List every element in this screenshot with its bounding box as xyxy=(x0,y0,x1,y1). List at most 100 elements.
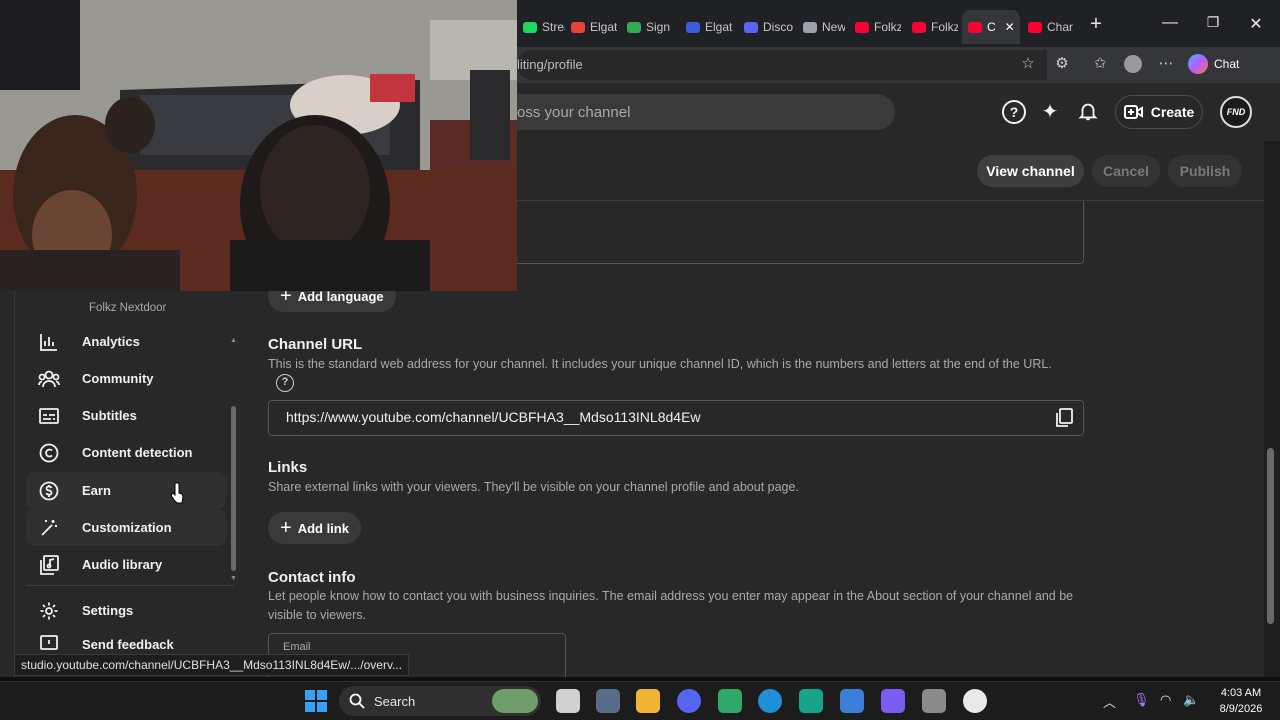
channel-url-description: This is the standard web address for you… xyxy=(268,357,1052,371)
sidebar-scrollbar[interactable] xyxy=(231,406,236,571)
links-description: Share external links with your viewers. … xyxy=(268,480,799,494)
volume-icon[interactable]: 🔈 xyxy=(1183,692,1199,708)
tab-label: Folkz xyxy=(874,20,901,34)
show-hidden-icons-chevron-icon[interactable]: ︿ xyxy=(1103,692,1116,711)
favorites-icon[interactable]: ✩ xyxy=(1091,55,1109,73)
more-menu-icon[interactable]: ⋯ xyxy=(1157,55,1175,73)
dollar-icon xyxy=(38,480,60,502)
help-icon[interactable]: ? xyxy=(1002,100,1026,124)
tab-favicon-icon xyxy=(686,21,700,33)
search-highlight-image xyxy=(492,689,538,713)
copilot-chat-button[interactable]: Chat xyxy=(1188,52,1239,76)
browser-tab[interactable]: Elgat xyxy=(680,10,734,44)
android-app-icon[interactable] xyxy=(799,689,823,713)
contact-info-description: Let people know how to contact you with … xyxy=(268,589,1074,622)
settings-gear-icon xyxy=(38,600,60,622)
mouse-cursor-icon xyxy=(170,482,184,504)
sidebar-item-customization[interactable]: Customization xyxy=(26,509,226,546)
account-avatar[interactable]: FND xyxy=(1220,96,1252,128)
browser-tab[interactable]: C ✕ xyxy=(962,10,1020,44)
help-circle-icon[interactable]: ? xyxy=(276,374,294,392)
tab-label: Folkz xyxy=(931,20,958,34)
subtitles-icon xyxy=(38,405,60,427)
channel-name: Folkz Nextdoor xyxy=(89,302,167,314)
device-app-icon[interactable] xyxy=(922,689,946,713)
settings-app-icon[interactable] xyxy=(596,689,620,713)
plus-icon: + xyxy=(280,517,292,539)
sparkle-icon[interactable]: ✦ xyxy=(1038,100,1062,124)
view-channel-button[interactable]: View channel xyxy=(977,155,1084,187)
favorite-star-icon[interactable]: ☆ xyxy=(1019,55,1037,73)
scroll-up-arrow-icon[interactable]: ▲ xyxy=(230,337,237,344)
sidebar-item-settings[interactable]: Settings xyxy=(26,592,226,629)
sidebar-divider xyxy=(26,585,234,586)
browser-tab[interactable]: Folkz xyxy=(849,10,901,44)
add-link-label: Add link xyxy=(297,520,349,536)
cancel-button[interactable]: Cancel xyxy=(1092,155,1160,187)
browser-tab[interactable]: Elgat xyxy=(565,10,617,44)
email-label: Email xyxy=(283,641,311,653)
wifi-icon[interactable]: ◠ xyxy=(1160,692,1171,708)
description-textarea[interactable] xyxy=(517,201,1084,264)
url-input[interactable] xyxy=(517,50,1047,80)
add-link-button[interactable]: + Add link xyxy=(268,512,361,544)
scroll-down-arrow-icon[interactable]: ▼ xyxy=(230,575,237,582)
clock-time: 4:03 AM xyxy=(1220,687,1262,699)
new-tab-icon[interactable]: + xyxy=(1086,13,1106,36)
browser-tab[interactable]: Strea xyxy=(517,10,565,44)
restore-icon[interactable]: ❐ xyxy=(1203,14,1223,31)
notifications-bell-icon[interactable] xyxy=(1076,100,1100,124)
browser-tab[interactable]: Disco xyxy=(738,10,793,44)
close-window-icon[interactable]: ✕ xyxy=(1246,14,1266,34)
tab-favicon-icon xyxy=(627,21,641,33)
tab-label: New xyxy=(822,20,845,34)
sidebar-item-label: Customization xyxy=(82,520,172,535)
app-grid-icon[interactable] xyxy=(881,689,905,713)
copyright-icon xyxy=(38,442,60,464)
edge-browser-icon[interactable] xyxy=(758,689,782,713)
search-placeholder: oss your channel xyxy=(517,104,631,121)
browser-tab[interactable]: Sign xyxy=(621,10,676,44)
page-scrollbar-thumb[interactable] xyxy=(1267,448,1274,624)
sidebar-item-analytics[interactable]: Analytics xyxy=(26,323,226,360)
taskbar-clock[interactable]: 4:03 AM 8/9/2026 xyxy=(1209,685,1273,717)
tab-label: Sign xyxy=(646,20,671,34)
community-icon xyxy=(38,368,60,390)
microphone-icon[interactable]: 🎙 xyxy=(1133,692,1150,708)
discord-icon[interactable] xyxy=(677,689,701,713)
sidebar-item-label: Earn xyxy=(82,483,111,498)
tab-favicon-icon xyxy=(912,21,926,33)
create-button[interactable]: Create xyxy=(1115,95,1203,129)
sidebar-item-subtitles[interactable]: Subtitles xyxy=(26,397,226,434)
link-status-bar: studio.youtube.com/channel/UCBFHA3__Mdso… xyxy=(14,654,410,676)
tab-favicon-icon xyxy=(744,21,758,33)
close-tab-icon[interactable]: ✕ xyxy=(1005,20,1015,34)
taskbar-search-label: Search xyxy=(374,693,416,709)
sidebar-item-label: Analytics xyxy=(82,334,140,349)
sidebar-item-audio-library[interactable]: Audio library xyxy=(26,546,226,583)
sidebar-item-community[interactable]: Community xyxy=(26,360,226,397)
analytics-icon xyxy=(38,331,60,353)
profile-icon[interactable] xyxy=(1124,55,1142,73)
extensions-icon[interactable]: ⚙ xyxy=(1053,55,1071,73)
taskbar-search-box[interactable]: Search xyxy=(339,686,541,716)
copy-icon[interactable] xyxy=(1055,408,1073,427)
sidebar-item-label: Settings xyxy=(82,603,134,618)
publish-button[interactable]: Publish xyxy=(1168,155,1242,187)
store-icon[interactable] xyxy=(840,689,864,713)
search-icon xyxy=(349,693,365,709)
media-player-icon[interactable] xyxy=(963,689,987,713)
links-title: Links xyxy=(268,459,308,476)
sidebar-item-content-detection[interactable]: Content detection xyxy=(26,434,226,471)
tab-favicon-icon xyxy=(803,21,817,33)
gear-app-icon[interactable] xyxy=(718,689,742,713)
tab-label: Char xyxy=(1047,20,1074,34)
file-explorer-icon[interactable] xyxy=(636,689,660,713)
browser-tab[interactable]: Char xyxy=(1022,10,1080,44)
minimize-icon[interactable]: — xyxy=(1160,14,1180,32)
windows-start-icon[interactable] xyxy=(305,690,327,712)
browser-tab[interactable]: New xyxy=(797,10,845,44)
task-view-icon[interactable] xyxy=(556,689,580,713)
sidebar-item-earn[interactable]: Earn xyxy=(26,472,226,509)
browser-tab[interactable]: Folkz xyxy=(906,10,958,44)
